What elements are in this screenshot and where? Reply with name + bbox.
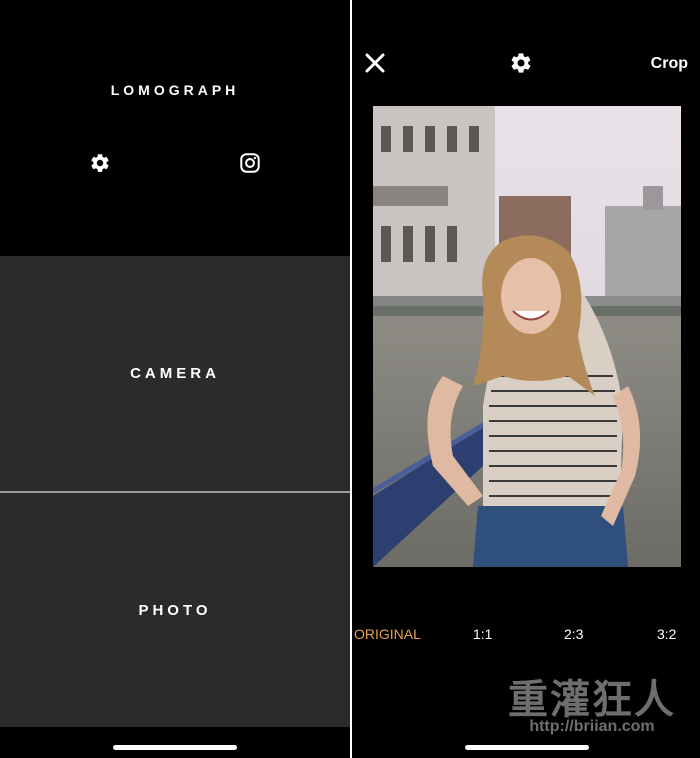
ratio-1-1[interactable]: 1:1 bbox=[473, 626, 492, 642]
photo-image bbox=[373, 106, 681, 567]
crop-screen: Crop ORIGINAL 1:1 2:3 3:2 重灌狂人 http://br… bbox=[352, 0, 700, 758]
ratio-3-2[interactable]: 3:2 bbox=[657, 626, 676, 642]
photo-button[interactable]: PHOTO bbox=[0, 493, 350, 727]
camera-label: CAMERA bbox=[130, 365, 220, 382]
photo-preview[interactable] bbox=[373, 106, 681, 567]
home-indicator[interactable] bbox=[113, 745, 237, 750]
ratio-original[interactable]: ORIGINAL bbox=[354, 626, 421, 642]
home-indicator[interactable] bbox=[465, 745, 589, 750]
app-title: LOMOGRAPH bbox=[110, 82, 240, 98]
crop-title: Crop bbox=[650, 55, 688, 72]
photo-label: PHOTO bbox=[138, 601, 212, 619]
ratio-2-3[interactable]: 2:3 bbox=[564, 626, 583, 642]
settings-button[interactable] bbox=[87, 150, 113, 176]
camera-button[interactable]: CAMERA bbox=[0, 256, 350, 491]
instagram-icon bbox=[240, 153, 260, 173]
gear-icon bbox=[91, 154, 109, 172]
close-button[interactable] bbox=[362, 50, 388, 76]
gear-icon bbox=[511, 53, 531, 73]
close-icon bbox=[365, 53, 385, 73]
home-screen: LOMOGRAPH CAMERA PHOTO bbox=[0, 0, 350, 758]
watermark-title: 重灌狂人 bbox=[508, 677, 676, 723]
settings-button[interactable] bbox=[508, 50, 534, 76]
watermark: 重灌狂人 http://briian.com bbox=[492, 678, 692, 748]
instagram-button[interactable] bbox=[237, 150, 263, 176]
